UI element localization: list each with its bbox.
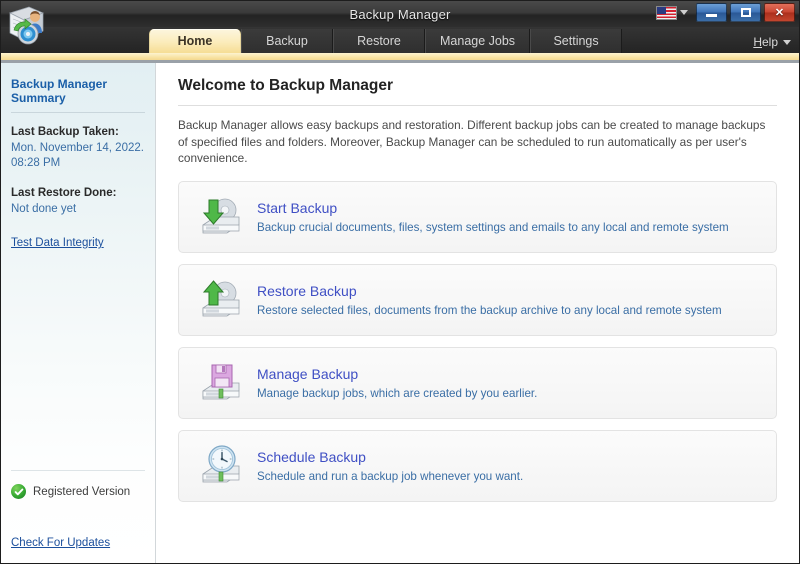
chevron-down-icon [783, 39, 791, 45]
tab-settings[interactable]: Settings [530, 29, 623, 53]
card-text: Restore Backup Restore selected files, d… [257, 283, 722, 317]
sidebar-title: Backup Manager Summary [11, 77, 145, 113]
close-button[interactable]: ✕ [764, 3, 795, 22]
title-bar: Backup Manager ✕ [1, 1, 799, 45]
help-label-rest: elp [761, 35, 778, 49]
card-start-backup[interactable]: Start Backup Backup crucial documents, f… [178, 180, 777, 253]
page-title: Welcome to Backup Manager [178, 77, 777, 106]
card-title-restore-backup: Restore Backup [257, 282, 357, 299]
card-desc-restore-backup: Restore selected files, documents from t… [257, 303, 722, 317]
card-schedule-backup[interactable]: Schedule Backup Schedule and run a backu… [178, 429, 777, 502]
tab-backup[interactable]: Backup [241, 29, 333, 53]
window-controls: ✕ [656, 3, 795, 22]
us-flag-icon [656, 5, 677, 20]
last-restore-label: Last Restore Done: [11, 187, 117, 199]
restore-backup-icon [195, 278, 243, 322]
check-for-updates-link[interactable]: Check For Updates [11, 537, 110, 549]
card-title-start-backup: Start Backup [257, 199, 338, 216]
intro-paragraph: Backup Manager allows easy backups and r… [178, 118, 766, 165]
schedule-backup-icon [195, 444, 243, 488]
help-accelerator: H [753, 35, 762, 49]
card-desc-start-backup: Backup crucial documents, files, system … [257, 220, 729, 234]
registration-status: Registered Version [11, 470, 145, 499]
card-manage-backup[interactable]: Manage Backup Manage backup jobs, which … [178, 346, 777, 419]
manage-backup-icon [195, 361, 243, 405]
main-panel: Welcome to Backup Manager Backup Manager… [156, 63, 799, 563]
tab-restore[interactable]: Restore [333, 29, 425, 53]
tab-manage-jobs[interactable]: Manage Jobs [425, 29, 531, 53]
tab-home[interactable]: Home [149, 29, 241, 53]
test-data-integrity-link[interactable]: Test Data Integrity [11, 237, 104, 249]
help-menu-label: Help [753, 35, 778, 49]
card-text: Start Backup Backup crucial documents, f… [257, 200, 729, 234]
backup-manager-window: Backup Manager ✕ Home Backup Restore Man… [0, 0, 800, 564]
maximize-button[interactable] [730, 3, 761, 22]
card-desc-manage-backup: Manage backup jobs, which are created by… [257, 386, 538, 400]
last-backup-value: Mon. November 14, 2022. 08:28 PM [11, 142, 144, 169]
check-circle-icon [11, 484, 26, 499]
card-desc-schedule-backup: Schedule and run a backup job whenever y… [257, 469, 524, 483]
last-restore-value: Not done yet [11, 203, 77, 215]
sidebar-footer: Registered Version Check For Updates [1, 470, 155, 563]
minimize-button[interactable] [696, 3, 727, 22]
chevron-down-icon [680, 10, 688, 15]
maximize-icon [740, 8, 751, 17]
language-selector[interactable] [656, 5, 688, 20]
accent-strip [1, 53, 799, 63]
card-text: Schedule Backup Schedule and run a backu… [257, 449, 523, 483]
card-title-schedule-backup: Schedule Backup [257, 448, 366, 465]
start-backup-icon [195, 195, 243, 239]
help-menu[interactable]: Help [753, 35, 799, 53]
card-restore-backup[interactable]: Restore Backup Restore selected files, d… [178, 263, 777, 336]
content-area: Backup Manager Summary Last Backup Taken… [1, 63, 799, 563]
tab-bar: Home Backup Restore Manage Jobs Settings… [1, 27, 799, 53]
card-title-manage-backup: Manage Backup [257, 365, 359, 382]
card-text: Manage Backup Manage backup jobs, which … [257, 366, 537, 400]
sidebar: Backup Manager Summary Last Backup Taken… [1, 63, 156, 563]
backup-manager-app-icon [5, 3, 51, 49]
registered-version-label: Registered Version [33, 485, 131, 498]
minimize-icon [706, 13, 717, 17]
last-backup-label: Last Backup Taken: [11, 126, 119, 138]
